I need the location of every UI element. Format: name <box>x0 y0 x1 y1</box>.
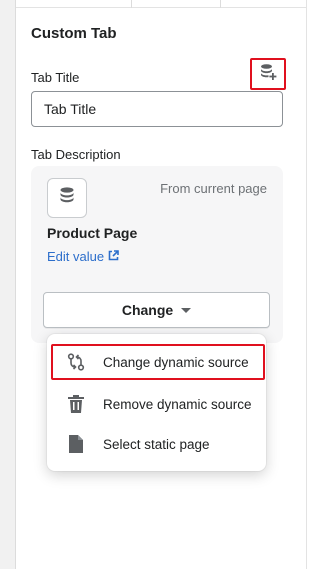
edit-value-link[interactable]: Edit value <box>47 249 119 264</box>
top-tab-strip <box>16 0 307 8</box>
tab-description-label: Tab Description <box>31 147 121 162</box>
database-plus-icon <box>258 62 278 87</box>
connect-dynamic-source-button[interactable] <box>250 58 286 90</box>
caret-down-icon <box>181 307 192 313</box>
menu-item-label: Remove dynamic source <box>103 396 252 412</box>
source-origin-text: From current page <box>160 181 267 196</box>
change-button-label: Change <box>121 302 174 318</box>
tab-title-input[interactable] <box>31 91 283 127</box>
menu-item-remove-dynamic-source[interactable]: Remove dynamic source <box>51 386 265 422</box>
menu-item-change-dynamic-source[interactable]: Change dynamic source <box>51 344 265 380</box>
database-icon <box>58 186 76 211</box>
edit-value-label: Edit value <box>47 249 105 264</box>
change-source-menu: Change dynamic source Remove dynamic sou… <box>47 334 266 471</box>
dynamic-source-card: From current page Product Page Edit valu… <box>31 166 283 343</box>
sync-swap-icon <box>65 351 87 373</box>
tab-divider <box>131 0 132 8</box>
menu-item-select-static-page[interactable]: Select static page <box>51 426 265 462</box>
left-panel-strip <box>0 0 16 569</box>
section-title: Custom Tab <box>31 25 117 42</box>
menu-item-label: Select static page <box>103 436 210 452</box>
source-icon-box <box>47 178 87 218</box>
page-icon <box>65 433 87 455</box>
external-link-icon <box>108 249 119 264</box>
change-button[interactable]: Change <box>43 292 270 328</box>
tab-divider <box>220 0 221 8</box>
trash-icon <box>65 393 87 415</box>
menu-item-label: Change dynamic source <box>103 354 249 370</box>
source-name: Product Page <box>47 225 138 241</box>
tab-title-label: Tab Title <box>31 70 80 85</box>
panel-right-border <box>306 0 307 569</box>
